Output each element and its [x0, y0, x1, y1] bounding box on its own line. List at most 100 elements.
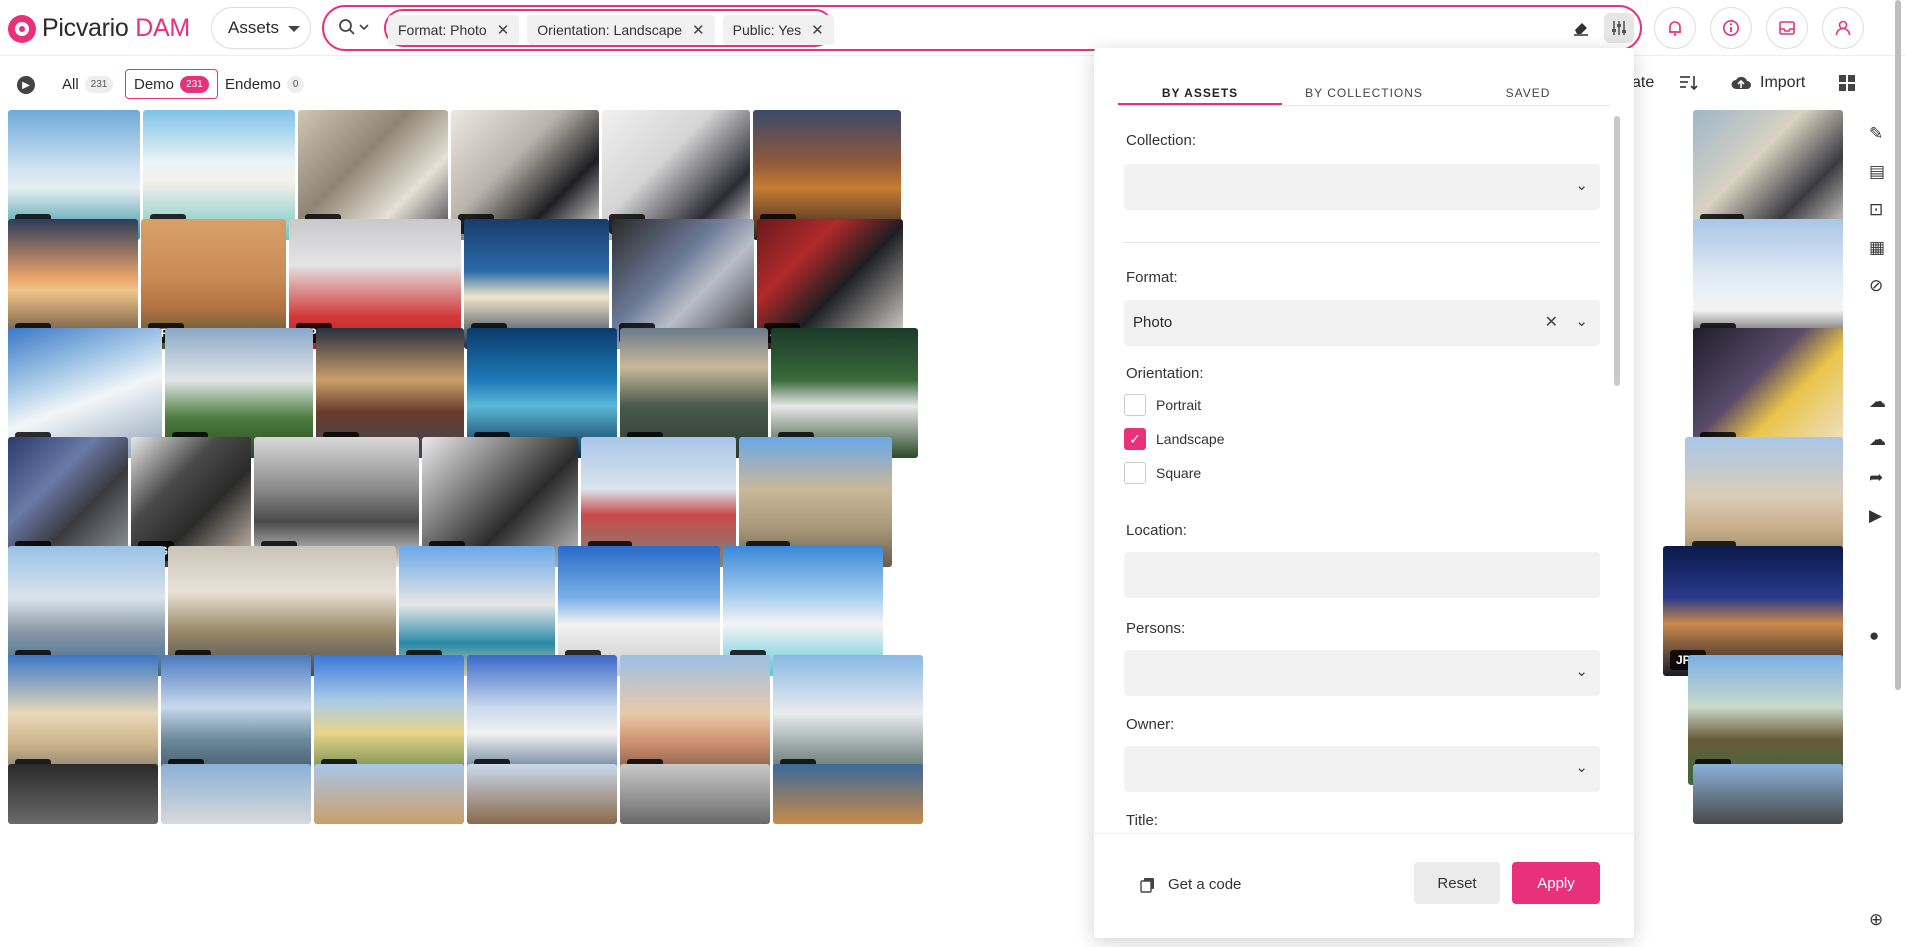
cloud-sync-icon[interactable]: ☁: [1869, 430, 1886, 450]
owner-label: Owner:: [1126, 716, 1175, 733]
tab-by-collections[interactable]: BY COLLECTIONS: [1282, 78, 1446, 105]
scope-select[interactable]: Assets: [211, 7, 311, 49]
checkbox-label: Square: [1156, 465, 1202, 481]
brand-name: Picvario DAM: [42, 14, 190, 42]
chat-icon[interactable]: ●: [1869, 626, 1879, 646]
asset-thumbnail[interactable]: [1693, 764, 1843, 824]
asset-thumbnail[interactable]: [773, 764, 923, 824]
filter-chips: Format: Photo ✕ Orientation: Landscape ✕ P…: [388, 15, 834, 45]
filter-panel-tabs: BY ASSETS BY COLLECTIONS SAVED: [1118, 78, 1610, 106]
grid-view-button[interactable]: [1838, 74, 1856, 92]
asset-thumbnail[interactable]: [467, 764, 617, 824]
import-button[interactable]: Import: [1730, 74, 1805, 92]
chip-label: Orientation: Landscape: [537, 22, 683, 38]
orientation-landscape[interactable]: ✓ Landscape: [1124, 428, 1225, 450]
location-input[interactable]: [1124, 552, 1600, 598]
filter-panel-footer: Get a code Reset Apply: [1094, 833, 1634, 933]
checkbox-label: Portrait: [1156, 397, 1202, 413]
plus-icon[interactable]: ⊕: [1869, 910, 1883, 930]
inbox-button[interactable]: [1766, 7, 1808, 49]
eraser-icon[interactable]: [1572, 18, 1590, 41]
play-icon[interactable]: ▶: [1869, 506, 1882, 526]
filter-settings-icon: [1612, 21, 1626, 35]
page-scrollbar[interactable]: [1893, 0, 1903, 947]
copy-icon: [1140, 877, 1154, 893]
apply-button[interactable]: Apply: [1512, 862, 1600, 904]
partial-toolbar-label[interactable]: ate: [1632, 74, 1654, 92]
tab-count: 231: [180, 75, 209, 93]
tab-count: 231: [84, 75, 114, 93]
logo-mark-icon: [8, 14, 36, 43]
search-mode-toggle[interactable]: [338, 18, 370, 36]
asset-thumbnail[interactable]: [161, 764, 311, 824]
filter-chip[interactable]: Public: Yes ✕: [722, 15, 834, 45]
clipboard-icon[interactable]: ▤: [1869, 162, 1885, 182]
user-icon: [1835, 20, 1851, 36]
asset-thumbnail[interactable]: [314, 764, 464, 824]
format-select[interactable]: Photo ✕ ⌄: [1124, 300, 1600, 346]
get-code-button[interactable]: Get a code: [1140, 876, 1241, 893]
get-code-label: Get a code: [1168, 876, 1242, 893]
format-label: Format:: [1126, 269, 1178, 286]
share-icon[interactable]: ➦: [1869, 468, 1883, 488]
scope-select-value: Assets: [228, 18, 280, 37]
filter-chip[interactable]: Format: Photo ✕: [388, 15, 520, 45]
close-icon[interactable]: ✕: [811, 21, 824, 39]
filter-chip[interactable]: Orientation: Landscape ✕: [527, 15, 715, 45]
filter-settings-button[interactable]: [1604, 13, 1634, 43]
location-label: Location:: [1126, 522, 1187, 539]
scrollbar-thumb[interactable]: [1895, 0, 1901, 690]
tab-demo[interactable]: Demo 231: [125, 69, 218, 99]
asset-thumbnail[interactable]: [8, 764, 158, 824]
title-label: Title:: [1126, 812, 1158, 829]
tab-by-assets[interactable]: BY ASSETS: [1118, 78, 1282, 105]
checkbox[interactable]: [1124, 462, 1146, 484]
clear-icon[interactable]: ✕: [1545, 312, 1558, 332]
app-logo[interactable]: Picvario DAM: [8, 14, 190, 43]
link-icon[interactable]: ⊘: [1869, 276, 1883, 296]
caret-down-icon: [288, 26, 300, 32]
sort-button[interactable]: [1678, 74, 1698, 92]
reset-button[interactable]: Reset: [1414, 862, 1500, 904]
user-profile-button[interactable]: [1822, 7, 1864, 49]
info-button[interactable]: [1710, 7, 1752, 49]
tab-label: Demo: [134, 75, 175, 93]
close-icon[interactable]: ✕: [692, 21, 705, 39]
right-toolbar: ate: [1632, 74, 1654, 92]
chevron-down-icon: ⌄: [1575, 759, 1588, 776]
notifications-button[interactable]: [1654, 7, 1696, 49]
persons-label: Persons:: [1126, 620, 1186, 637]
face-scan-icon[interactable]: ⊡: [1869, 200, 1883, 220]
asset-thumbnail[interactable]: [620, 764, 770, 824]
sort-icon: [1680, 76, 1698, 91]
tab-label: Endemo: [225, 75, 281, 93]
tab-saved[interactable]: SAVED: [1446, 78, 1610, 105]
close-icon[interactable]: ✕: [497, 21, 510, 39]
checkbox-label: Landscape: [1156, 431, 1225, 447]
edit-icon[interactable]: ✎: [1869, 124, 1883, 144]
orientation-portrait[interactable]: Portrait: [1124, 394, 1201, 416]
orientation-square[interactable]: Square: [1124, 462, 1201, 484]
checkbox[interactable]: [1124, 394, 1146, 416]
search-bar[interactable]: Format: Photo ✕ Orientation: Landscape ✕ P…: [322, 5, 1642, 51]
tab-endemo[interactable]: Endemo 0: [217, 69, 312, 99]
arrow-right-icon[interactable]: ▶: [17, 76, 35, 94]
tab-all[interactable]: All 231: [54, 69, 121, 99]
cloud-download-icon[interactable]: ☁: [1869, 392, 1886, 412]
filter-form: Collection: ⌄ Format: Photo ✕ ⌄ Orientat…: [1124, 124, 1600, 832]
collection-select[interactable]: ⌄: [1124, 164, 1600, 210]
format-value: Photo: [1133, 314, 1173, 331]
chevron-down-icon: ⌄: [1575, 177, 1588, 194]
checkbox-checked[interactable]: ✓: [1124, 428, 1146, 450]
import-label: Import: [1760, 74, 1806, 91]
film-icon[interactable]: ▦: [1869, 238, 1885, 258]
chip-label: Format: Photo: [398, 22, 487, 38]
owner-select[interactable]: ⌄: [1124, 746, 1600, 792]
inbox-icon: [1779, 21, 1795, 35]
chevron-down-icon: ⌄: [1575, 663, 1588, 680]
divider: [1124, 242, 1600, 243]
panel-scrollbar[interactable]: [1614, 116, 1620, 386]
persons-select[interactable]: ⌄: [1124, 650, 1600, 696]
filter-panel: BY ASSETS BY COLLECTIONS SAVED Collectio…: [1094, 48, 1634, 938]
tab-label: All: [62, 75, 79, 93]
